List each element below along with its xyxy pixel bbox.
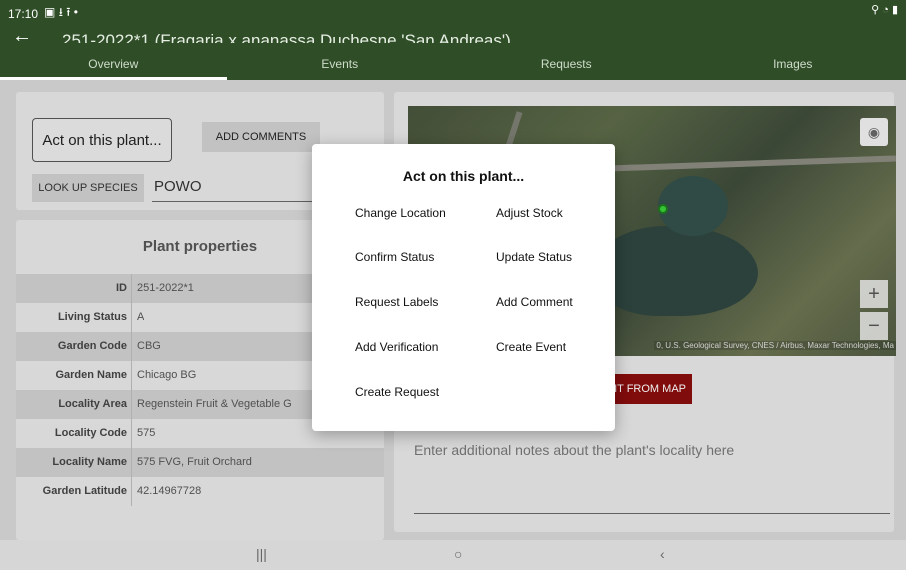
adjust-stock-option[interactable]: Adjust Stock (496, 206, 563, 220)
app-bar: 17:10 ▣ ⭳ ⭱ • ⚲ ◔ ▮ ← 251-2022*1 (Fragar… (0, 0, 906, 80)
act-on-plant-dialog: Act on this plant... Change Location Adj… (312, 144, 615, 431)
update-status-option[interactable]: Update Status (496, 250, 572, 264)
system-nav-bar: ||| ○ ‹ (0, 540, 906, 570)
change-location-option[interactable]: Change Location (355, 206, 446, 220)
home-icon[interactable]: ○ (454, 546, 462, 562)
back-icon[interactable]: ‹ (660, 546, 665, 562)
clock: 17:10 (8, 6, 39, 21)
system-icons: ⚲ ◔ ▮ (871, 4, 898, 16)
status-bar: 17:10 ▣ ⭳ ⭱ • (8, 3, 78, 24)
page-title: 251-2022*1 (Fragaria x ananassa Duchesne… (62, 31, 511, 43)
tab-images[interactable]: Images (680, 52, 906, 80)
tab-overview[interactable]: Overview (0, 52, 227, 80)
tab-requests[interactable]: Requests (453, 52, 680, 80)
tab-events[interactable]: Events (227, 52, 454, 80)
arrow-left-icon[interactable]: ← (12, 25, 32, 48)
notification-icons: ▣ ⭳ ⭱ • (44, 5, 78, 19)
recents-icon[interactable]: ||| (256, 546, 267, 562)
request-labels-option[interactable]: Request Labels (355, 295, 438, 309)
create-request-option[interactable]: Create Request (355, 385, 439, 399)
create-event-option[interactable]: Create Event (496, 340, 566, 354)
dialog-title: Act on this plant... (402, 168, 525, 184)
add-comment-option[interactable]: Add Comment (496, 295, 573, 309)
tab-bar: Overview Events Requests Images (0, 52, 906, 80)
confirm-status-option[interactable]: Confirm Status (355, 250, 434, 264)
add-verification-option[interactable]: Add Verification (355, 340, 438, 354)
